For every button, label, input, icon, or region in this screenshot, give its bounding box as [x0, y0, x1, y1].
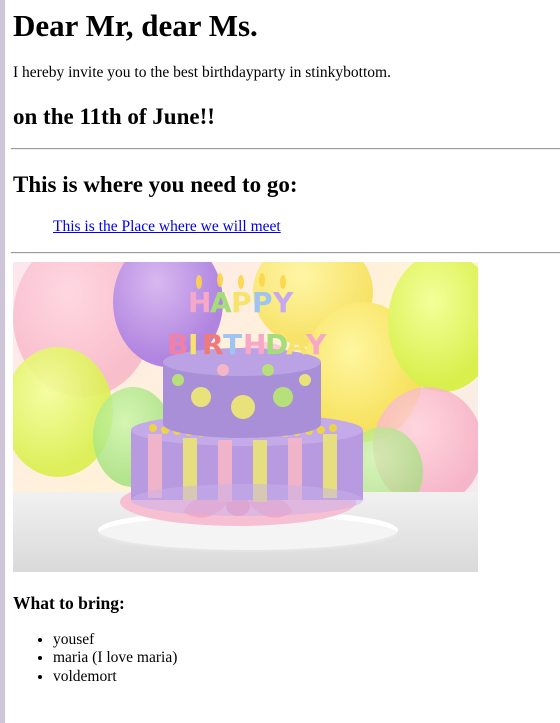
- meeting-place-link[interactable]: This is the Place where we will meet: [53, 218, 281, 236]
- svg-text:I: I: [188, 328, 198, 361]
- divider-bottom: [11, 252, 560, 254]
- page-title: Dear Mr, dear Ms.: [13, 8, 258, 43]
- left-border: [0, 0, 5, 723]
- svg-text:P: P: [252, 286, 273, 319]
- svg-text:T: T: [223, 328, 242, 361]
- list-item: maria (I love maria): [53, 649, 177, 667]
- svg-text:Y: Y: [272, 286, 294, 319]
- svg-text:P: P: [231, 286, 252, 319]
- invitation-text: I hereby invite you to the best birthday…: [13, 64, 391, 81]
- bring-list: yousef maria (I love maria) voldemort: [13, 631, 177, 686]
- directions-heading: This is where you need to go:: [13, 172, 298, 197]
- birthday-cake-image: H A P P Y B I R T H D A Y: [13, 262, 478, 572]
- svg-text:R: R: [202, 328, 224, 361]
- svg-text:H: H: [188, 286, 211, 319]
- bring-heading: What to bring:: [13, 593, 125, 613]
- list-item: voldemort: [53, 668, 177, 686]
- svg-text:A: A: [286, 328, 308, 361]
- svg-text:A: A: [210, 286, 232, 319]
- svg-text:D: D: [265, 328, 288, 361]
- divider-top: [11, 148, 560, 150]
- svg-text:B: B: [167, 328, 188, 361]
- list-item: yousef: [53, 631, 177, 649]
- birthday-cake-icon: H A P P Y B I R T H D A Y: [13, 262, 478, 572]
- svg-text:H: H: [243, 328, 266, 361]
- date-heading: on the 11th of June!!: [13, 104, 215, 129]
- svg-text:Y: Y: [305, 328, 327, 361]
